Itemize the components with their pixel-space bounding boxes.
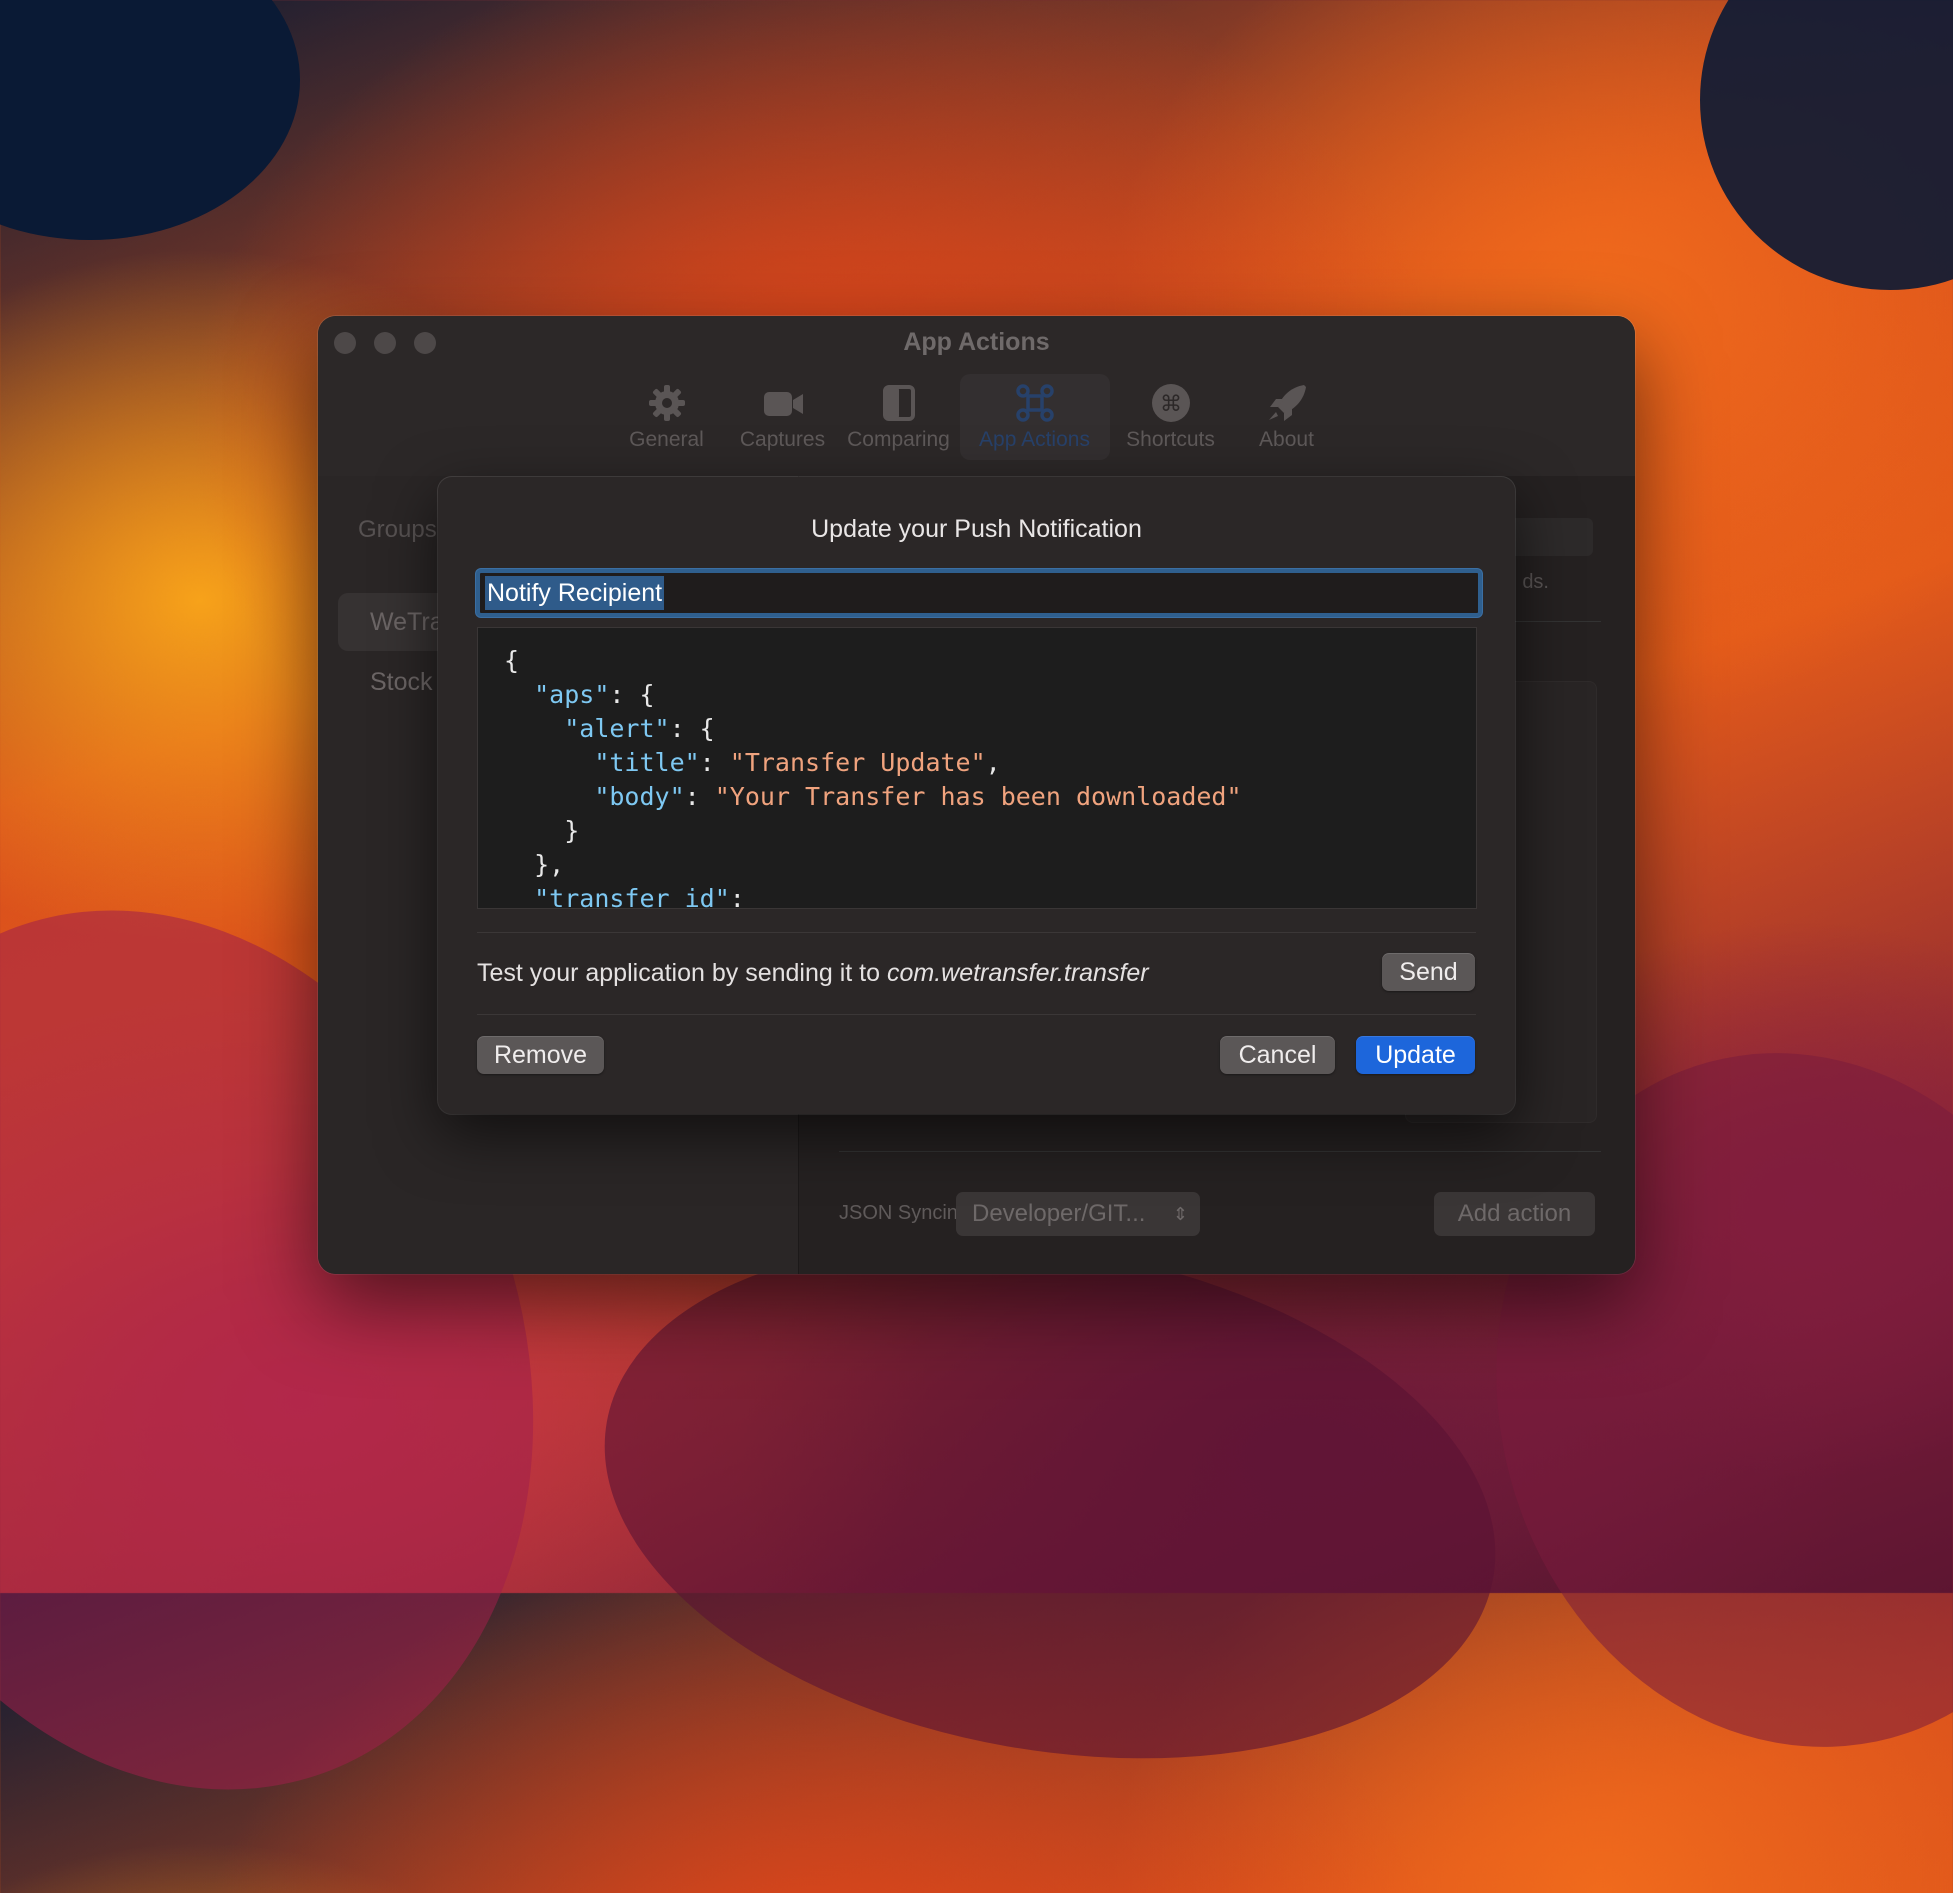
divider — [477, 1014, 1476, 1015]
divider — [477, 932, 1476, 933]
json-key: "aps" — [534, 680, 610, 709]
json-punctuation: , — [985, 748, 1001, 777]
gear-icon — [648, 385, 685, 421]
tab-general[interactable]: General — [612, 374, 722, 460]
json-punctuation: : — [699, 748, 730, 777]
json-punctuation: : { — [609, 680, 655, 709]
json-key: "title" — [594, 748, 700, 777]
sheet-title: Update your Push Notification — [811, 515, 1142, 543]
tab-about-label: About — [1259, 428, 1314, 451]
tab-app-actions[interactable]: App Actions — [959, 374, 1110, 460]
json-syncing-value: Developer/GIT... — [972, 1200, 1146, 1227]
send-button[interactable]: Send — [1382, 953, 1475, 991]
test-instruction: Test your application by sending it to c… — [477, 959, 1149, 988]
chevron-up-down-icon: ⇕ — [1172, 1204, 1188, 1224]
json-punctuation — [504, 714, 564, 743]
add-action-button[interactable]: Add action — [1434, 1192, 1595, 1236]
code-line: "aps": { — [504, 678, 1476, 712]
remove-button[interactable]: Remove — [477, 1036, 604, 1074]
groups-heading: Groups — [358, 516, 437, 543]
update-button[interactable]: Update — [1356, 1036, 1475, 1074]
tab-app-actions-label: App Actions — [979, 428, 1090, 451]
json-punctuation — [504, 680, 534, 709]
svg-text:⌘: ⌘ — [1160, 392, 1182, 417]
tab-general-label: General — [629, 428, 704, 451]
tab-shortcuts-label: Shortcuts — [1126, 428, 1215, 451]
json-string: "Your Transfer has been downloaded" — [714, 782, 1242, 811]
notification-name-input[interactable] — [480, 573, 1478, 613]
tab-captures[interactable]: Captures — [728, 374, 838, 460]
rocket-icon — [1268, 385, 1306, 421]
cancel-button[interactable]: Cancel — [1220, 1036, 1335, 1074]
code-line: "title": "Transfer Update", — [504, 746, 1476, 780]
json-syncing-label: JSON Syncing — [839, 1202, 970, 1224]
json-punctuation — [504, 782, 594, 811]
tab-comparing-label: Comparing — [847, 428, 950, 451]
title-bar: App Actions General Captures Comparing A… — [318, 316, 1635, 477]
json-punctuation — [504, 748, 594, 777]
code-line: "transfer_id": — [504, 882, 1476, 909]
command-circle-icon: ⌘ — [1151, 384, 1190, 422]
tab-shortcuts[interactable]: ⌘ Shortcuts — [1116, 374, 1226, 460]
video-camera-icon — [763, 392, 803, 416]
notification-name-field[interactable]: Notify Recipient — [476, 569, 1482, 617]
tab-captures-label: Captures — [739, 428, 826, 451]
json-key: "alert" — [564, 714, 670, 743]
divider — [839, 1151, 1601, 1152]
code-line: "alert": { — [504, 712, 1476, 746]
code-line: "body": "Your Transfer has been download… — [504, 780, 1476, 814]
json-punctuation: { — [504, 646, 520, 675]
json-key: "transfer_id" — [534, 884, 730, 909]
json-syncing-select[interactable]: Developer/GIT... ⇕ — [956, 1192, 1200, 1236]
json-punctuation: } — [504, 816, 580, 845]
json-punctuation: : — [729, 884, 745, 909]
window-title: App Actions — [903, 328, 1050, 356]
json-punctuation: : { — [669, 714, 715, 743]
json-payload-editor[interactable]: { "aps": { "alert": { "title": "Transfer… — [477, 627, 1477, 909]
preferences-toolbar: General Captures Comparing App Actions ⌘… — [318, 374, 1635, 460]
update-push-notification-sheet: Update your Push Notification Notify Rec… — [438, 477, 1515, 1114]
json-string: "Transfer Update" — [729, 748, 986, 777]
partial-description: ds. — [1522, 571, 1549, 593]
json-punctuation: : — [684, 782, 715, 811]
test-prefix: Test your application by sending it to — [477, 959, 887, 987]
tab-about[interactable]: About — [1232, 374, 1342, 460]
split-view-icon — [882, 385, 915, 421]
command-icon — [1015, 384, 1054, 422]
json-punctuation — [504, 884, 534, 908]
bundle-id: com.wetransfer.transfer — [886, 959, 1149, 987]
json-key: "body" — [594, 782, 685, 811]
tab-comparing[interactable]: Comparing — [844, 374, 954, 460]
code-line: }, — [504, 848, 1476, 882]
code-line: } — [504, 814, 1476, 848]
json-punctuation: }, — [504, 850, 565, 879]
code-line: { — [504, 644, 1476, 678]
